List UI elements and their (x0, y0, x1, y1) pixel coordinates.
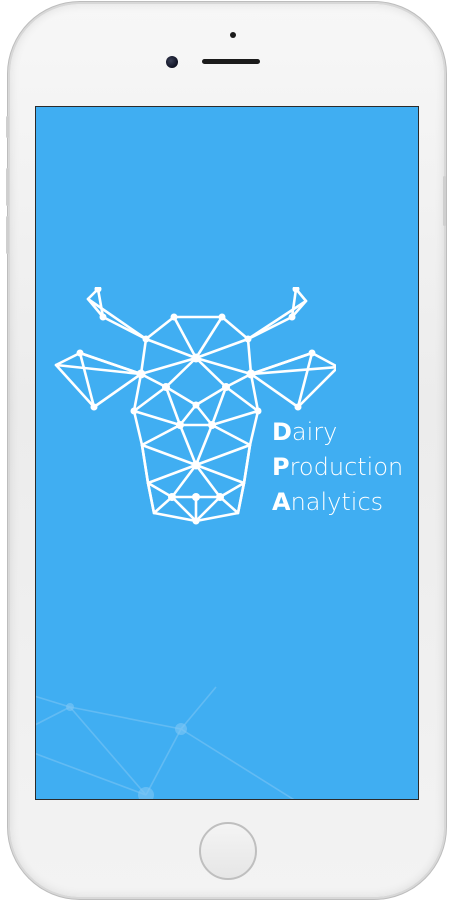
title-line-dairy: Dairy (272, 415, 403, 450)
phone-frame: Dairy Production Analytics (6, 4, 446, 897)
screenshot: Dairy Production Analytics (0, 0, 454, 903)
power-button (443, 176, 446, 226)
volume-up-button (6, 168, 9, 206)
title-word-rest: airy (291, 418, 338, 446)
title-initial: A (272, 488, 291, 516)
app-title: Dairy Production Analytics (272, 415, 403, 520)
proximity-sensor (230, 32, 236, 38)
front-camera (166, 56, 178, 68)
title-word-rest: roduction (289, 453, 404, 481)
home-button[interactable] (199, 822, 257, 880)
background-network-pattern (36, 686, 295, 799)
title-initial: D (272, 418, 292, 446)
silent-switch (6, 116, 9, 138)
title-line-analytics: Analytics (272, 485, 403, 520)
title-line-production: Production (272, 450, 403, 485)
title-word-rest: nalytics (290, 488, 384, 516)
title-initial: P (272, 453, 290, 481)
volume-down-button (6, 216, 9, 254)
app-screen[interactable]: Dairy Production Analytics (35, 106, 419, 800)
earpiece-speaker (202, 59, 260, 64)
